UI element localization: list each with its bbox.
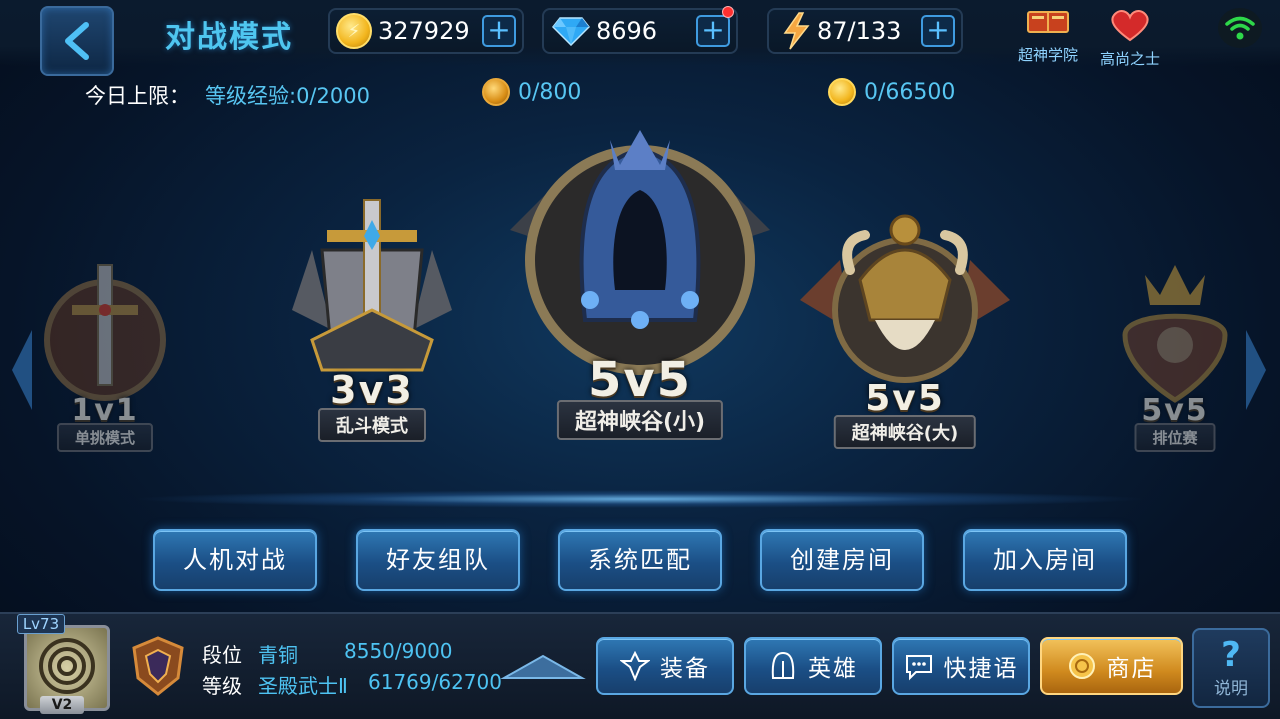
equipment-icon	[620, 651, 650, 681]
energy-bolt-icon	[783, 12, 810, 50]
rank-label: 段位	[202, 643, 242, 667]
mode-subtitle: 超神峡谷(小)	[556, 400, 724, 440]
mode-5v5-large[interactable]: 5v5 超神峡谷(大)	[790, 210, 1020, 449]
equipment-label: 装备	[660, 656, 710, 682]
rank-value: 青铜	[258, 643, 298, 667]
rank-points: 8550/9000	[344, 639, 453, 663]
level-badge: Lv73	[17, 614, 65, 634]
add-diamond-button[interactable]: +	[696, 15, 730, 47]
grade-label: 等级	[202, 674, 242, 698]
gold-value: 327929	[378, 17, 470, 45]
vip-badge: V2	[40, 696, 84, 714]
shop-button[interactable]: 商店	[1040, 637, 1183, 695]
gold-limit: 0/66500	[828, 78, 955, 106]
gold-counter: ⚡ 327929 +	[328, 8, 524, 54]
join-room-button[interactable]: 加入房间	[963, 529, 1127, 591]
mode-ranked[interactable]: 5v5 排位赛	[1100, 255, 1250, 452]
sword-shield-icon	[44, 264, 166, 401]
dwarf-warrior-icon	[800, 214, 1010, 383]
grade-value: 圣殿武士Ⅱ	[258, 674, 348, 698]
stage-glow	[130, 490, 1150, 508]
diamond-counter: 8696 +	[542, 6, 738, 54]
hero-button[interactable]: 英雄	[744, 637, 882, 695]
academy-button[interactable]: 超神学院	[1014, 8, 1082, 65]
gold-coin-icon: ⚡	[336, 13, 372, 49]
energy-value: 87/133	[817, 17, 902, 45]
expand-up-icon[interactable]	[500, 652, 586, 682]
add-gold-button[interactable]: +	[482, 15, 516, 47]
crown-trophy-icon	[1122, 265, 1228, 403]
ai-battle-button[interactable]: 人机对战	[153, 529, 317, 591]
matchmaking-button[interactable]: 系统匹配	[558, 529, 722, 591]
mode-subtitle: 单挑模式	[56, 423, 154, 452]
swords-crest-icon	[292, 199, 452, 372]
wifi-icon	[1218, 8, 1262, 48]
noble-label: 高尚之士	[1099, 50, 1160, 68]
mode-title: 5v5	[865, 378, 945, 419]
team-up-button[interactable]: 好友组队	[356, 529, 520, 591]
help-button[interactable]: ? 说明	[1192, 628, 1270, 708]
diamond-icon	[552, 17, 590, 46]
heart-icon	[1111, 9, 1149, 42]
rank-emblem-icon	[132, 636, 184, 696]
mode-5v5-small[interactable]: 5v5 超神峡谷(小)	[490, 120, 790, 440]
noble-button[interactable]: 高尚之士	[1090, 8, 1170, 69]
exp-limit: 等级经验:0/2000	[205, 84, 370, 108]
quick-chat-button[interactable]: 快捷语	[892, 637, 1030, 695]
gold-coin-icon	[828, 78, 856, 106]
mode-subtitle: 超神峡谷(大)	[833, 415, 977, 449]
question-icon: ?	[1221, 635, 1241, 675]
mode-title: 3v3	[330, 368, 414, 412]
mode-3v3[interactable]: 3v3 乱斗模式	[272, 190, 472, 445]
hooded-figure-icon	[510, 130, 770, 375]
honor-coin-icon	[482, 78, 510, 106]
energy-counter: 87/133 +	[767, 8, 963, 54]
create-room-button[interactable]: 创建房间	[760, 529, 924, 591]
diamond-value: 8696	[596, 17, 658, 45]
mode-subtitle: 乱斗模式	[318, 408, 426, 442]
shop-label: 商店	[1106, 656, 1157, 682]
book-icon	[1027, 11, 1069, 33]
honor-limit-value: 0/800	[518, 79, 582, 105]
grade-points: 61769/62700	[368, 670, 502, 694]
help-label: 说明	[1214, 679, 1248, 699]
mode-subtitle: 排位赛	[1134, 423, 1216, 452]
hero-label: 英雄	[808, 656, 858, 682]
limits-label: 今日上限：	[85, 84, 190, 108]
chevron-left-icon	[65, 22, 89, 60]
notification-dot	[722, 6, 734, 18]
coin-icon	[1068, 653, 1095, 679]
chat-bubble-icon	[905, 655, 932, 681]
back-button[interactable]	[40, 6, 114, 76]
helmet-icon	[771, 651, 795, 679]
honor-limit: 0/800	[482, 78, 581, 106]
page-title: 对战模式	[165, 20, 293, 55]
gold-limit-value: 0/66500	[864, 79, 956, 105]
add-energy-button[interactable]: +	[921, 15, 955, 47]
equipment-button[interactable]: 装备	[596, 637, 734, 695]
quick-chat-label: 快捷语	[943, 656, 1019, 682]
mode-1v1[interactable]: 1v1 单挑模式	[30, 255, 180, 452]
academy-label: 超神学院	[1017, 46, 1078, 64]
